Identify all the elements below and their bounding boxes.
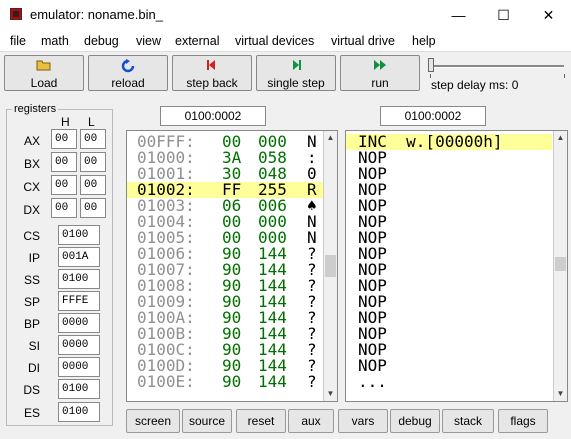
bp-field[interactable]: 0000 bbox=[58, 313, 100, 333]
menu-external[interactable]: external bbox=[175, 34, 219, 48]
register-label-si: SI bbox=[28, 339, 40, 353]
window-title: emulator: noname.bin_ bbox=[30, 7, 163, 22]
flags-button[interactable]: flags bbox=[498, 409, 548, 433]
cx-low-field[interactable]: 00 bbox=[80, 175, 106, 195]
memory-dec-value[interactable]: 144 bbox=[258, 374, 287, 390]
register-label-ax: AX bbox=[23, 134, 40, 148]
ip-field[interactable]: 001A bbox=[58, 247, 100, 267]
ax-high-field[interactable]: 00 bbox=[51, 129, 77, 149]
single-step-icon bbox=[257, 58, 335, 76]
scroll-down-icon[interactable]: ▼ bbox=[554, 387, 567, 401]
memory-hex-value[interactable]: 90 bbox=[222, 374, 241, 390]
cs-field[interactable]: 0100 bbox=[58, 225, 100, 245]
run-label: run bbox=[371, 76, 389, 90]
ds-field[interactable]: 0100 bbox=[58, 379, 100, 399]
register-label-ip: IP bbox=[28, 251, 40, 265]
ax-low-field[interactable]: 00 bbox=[80, 129, 106, 149]
menu-view[interactable]: view bbox=[136, 34, 161, 48]
reload-button[interactable]: reload bbox=[88, 55, 168, 91]
cx-high-field[interactable]: 00 bbox=[51, 175, 77, 195]
menu-virtual-drive[interactable]: virtual drive bbox=[331, 34, 395, 48]
step-delay-slider[interactable]: step delay ms: 0 bbox=[428, 56, 568, 92]
close-button[interactable]: ✕ bbox=[526, 0, 571, 30]
reload-icon bbox=[89, 58, 167, 76]
register-label-ds: DS bbox=[23, 383, 40, 397]
disassembly-list[interactable]: INC w.[00000h] NOP NOP NOP NOP NOP NOP NOP NOP NO… bbox=[345, 130, 568, 402]
vars-button[interactable]: vars bbox=[338, 409, 388, 433]
disassembly-line[interactable]: ... bbox=[358, 374, 387, 390]
scroll-thumb[interactable] bbox=[555, 257, 566, 271]
run-button[interactable]: run bbox=[340, 55, 420, 91]
scroll-up-icon[interactable]: ▲ bbox=[554, 131, 567, 145]
scroll-thumb[interactable] bbox=[325, 255, 336, 277]
maximize-button[interactable]: ☐ bbox=[481, 0, 526, 30]
register-label-bp: BP bbox=[23, 317, 40, 331]
run-icon bbox=[341, 58, 419, 76]
menu-debug[interactable]: debug bbox=[84, 34, 119, 48]
menu-virtual-devices[interactable]: virtual devices bbox=[235, 34, 314, 48]
dx-low-field[interactable]: 00 bbox=[80, 198, 106, 218]
di-field[interactable]: 0000 bbox=[58, 357, 100, 377]
register-label-es: ES bbox=[23, 406, 40, 420]
aux-button[interactable]: aux bbox=[288, 409, 334, 433]
title-bar: emulator: noname.bin_ — ☐ ✕ bbox=[0, 0, 571, 30]
memory-address-field[interactable]: 0100:0002 bbox=[160, 106, 266, 126]
register-label-sp: SP bbox=[23, 295, 40, 309]
folder-icon bbox=[5, 58, 83, 76]
minimize-button[interactable]: — bbox=[436, 0, 481, 30]
single-step-label[interactable]: single step bbox=[257, 76, 335, 90]
memory-char-value[interactable]: ? bbox=[307, 374, 317, 390]
source-button[interactable]: source bbox=[182, 409, 232, 433]
sp-field[interactable]: FFFE bbox=[58, 291, 100, 311]
reset-button[interactable]: reset bbox=[236, 409, 286, 433]
menu-help[interactable]: help bbox=[412, 34, 436, 48]
bx-low-field[interactable]: 00 bbox=[80, 152, 106, 172]
es-field[interactable]: 0100 bbox=[58, 402, 100, 422]
single-step-button[interactable]: single step bbox=[256, 55, 336, 91]
debug-button[interactable]: debug bbox=[390, 409, 440, 433]
register-label-di: DI bbox=[28, 361, 40, 375]
memory-address[interactable]: 0100E: bbox=[137, 374, 195, 390]
disassembly-scrollbar[interactable]: ▲ ▼ bbox=[553, 131, 567, 401]
register-label-dx: DX bbox=[23, 203, 40, 217]
stack-button[interactable]: stack bbox=[442, 409, 494, 433]
scroll-down-icon[interactable]: ▼ bbox=[324, 387, 337, 401]
scroll-up-icon[interactable]: ▲ bbox=[324, 131, 337, 145]
dx-high-field[interactable]: 00 bbox=[51, 198, 77, 218]
step-back-icon bbox=[173, 58, 251, 76]
step-delay-label: step delay ms: 0 bbox=[431, 78, 519, 92]
menu-file[interactable]: file bbox=[10, 34, 26, 48]
register-label-cx: CX bbox=[23, 180, 40, 194]
high-byte-header: H bbox=[61, 115, 70, 129]
si-field[interactable]: 0000 bbox=[58, 335, 100, 355]
menu-bar: file math debug view external virtual de… bbox=[0, 31, 571, 51]
load-button[interactable]: Load bbox=[4, 55, 84, 91]
slider-track bbox=[430, 65, 564, 68]
register-label-bx: BX bbox=[23, 157, 40, 171]
register-label-ss: SS bbox=[23, 273, 40, 287]
step-back-label: step back bbox=[186, 76, 238, 90]
app-icon bbox=[10, 8, 22, 20]
low-byte-header: L bbox=[88, 115, 95, 129]
step-back-button[interactable]: step back bbox=[172, 55, 252, 91]
load-label: Load bbox=[30, 76, 58, 90]
registers-title: registers bbox=[12, 103, 59, 115]
reload-label: reload bbox=[111, 76, 145, 90]
memory-list[interactable]: 00FFF: 00 000 N 01000: 3A 058:01001: 30 048 0 0100… bbox=[126, 130, 338, 402]
slider-tick bbox=[564, 74, 565, 78]
register-label-cs: CS bbox=[23, 229, 40, 243]
slider-thumb[interactable] bbox=[428, 58, 434, 72]
memory-scrollbar[interactable]: ▲ ▼ bbox=[323, 131, 337, 401]
screen-button[interactable]: screen bbox=[126, 409, 180, 433]
menu-math[interactable]: math bbox=[41, 34, 69, 48]
bx-high-field[interactable]: 00 bbox=[51, 152, 77, 172]
ss-field[interactable]: 0100 bbox=[58, 269, 100, 289]
disassembly-address-field[interactable]: 0100:0002 bbox=[380, 106, 486, 126]
